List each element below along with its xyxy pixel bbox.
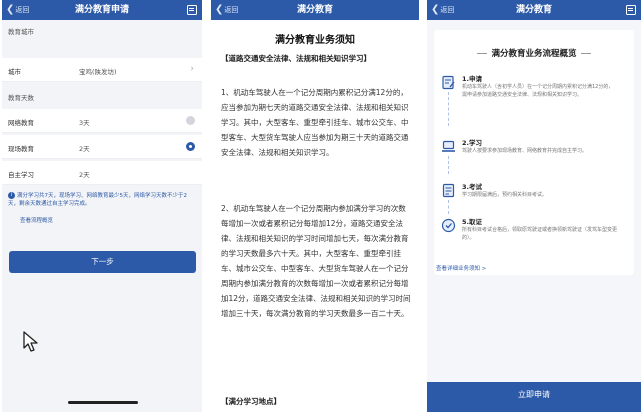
step-description: 机动车驾驶人（含初学人员）在一个记分周期内累积记分满12分的，需申请参加道路交通…: [462, 84, 614, 98]
process-overview-link[interactable]: 查看流程概览: [20, 216, 53, 224]
screen-apply: ❮返回 满分教育申请 教育城市 城市 宝鸡(陕发坊) › 教育天数 网络教育 3…: [2, 0, 202, 412]
application-form-icon: [442, 75, 455, 90]
mouse-cursor-icon: [23, 331, 38, 352]
option-label: 网络教育: [8, 119, 34, 127]
header-bar: ❮返回 满分教育: [427, 0, 641, 20]
process-step: 5.取证 所有科目考试合格后，领取原驾驶证或者换领新驾驶证（发驾车型变更的）。: [441, 216, 627, 256]
city-label: 城市: [8, 68, 21, 76]
option-label: 自主学习: [8, 171, 34, 179]
tip-text: 满分学习共7天，现场学习、网络教育最少5天，网络学习天数不少于2天，剩余天数通过…: [8, 193, 188, 207]
timeline-connector: [448, 92, 449, 126]
step-description: 驾驶人按要求参加现场教育、网络教育并完成自主学习。: [462, 148, 588, 154]
radio-checked-icon[interactable]: [186, 142, 195, 151]
timeline-connector: [448, 200, 449, 214]
study-tip: i 满分学习共7天，现场学习、网络教育最少5天，网络学习天数不少于2天，剩余天数通…: [8, 192, 196, 208]
screen-notice: ❮返回 满分教育 满分教育业务须知 【道路交通安全法律、法规和相关知识学习】 1…: [211, 0, 419, 412]
back-button[interactable]: ❮返回: [6, 4, 29, 16]
notice-title: 满分教育业务须知: [275, 35, 355, 46]
step-title: 1.申请: [462, 75, 482, 83]
back-button[interactable]: ❮返回: [215, 4, 238, 16]
section-title-days: 教育天数: [8, 94, 34, 102]
notice-paragraph: 2、机动车驾驶人在一个记分周期内参加满分学习的次数每增加一次或者累积记分每增加1…: [221, 204, 411, 318]
process-step: 1.申请 机动车驾驶人（含初学人员）在一个记分周期内累积记分满12分的，需申请参…: [441, 73, 627, 131]
radio-unchecked-icon[interactable]: [186, 116, 195, 125]
step-description: 所有科目考试合格后，领取原驾驶证或者换领新驾驶证（发驾车型变更的）。: [462, 227, 618, 241]
process-step: 2.学习 驾驶人按要求参加现场教育、网络教育并完成自主学习。: [441, 137, 627, 177]
chevron-right-icon: ›: [190, 64, 194, 74]
option-onsite-education[interactable]: 现场教育 2天: [2, 135, 202, 159]
laptop-icon: [442, 140, 455, 152]
option-label: 现场教育: [8, 145, 34, 153]
timeline-connector: [448, 156, 449, 174]
home-indicator: [68, 401, 138, 404]
option-days: 2天: [79, 145, 90, 153]
screen-process: ❮返回 满分教育 满分教育业务流程概览 1.申请 机动车驾驶人（含初学人员）在一…: [427, 0, 641, 412]
notice-paragraph: 1、机动车驾驶人在一个记分周期内累积记分满12分的，应当参加为期七天的道路交通安…: [221, 88, 409, 157]
detailed-notice-link[interactable]: 查看详细业务须知 >: [436, 264, 486, 272]
step-description: 学习期限届满后，预约相关科目考试。: [462, 192, 548, 198]
step-title: 2.学习: [462, 139, 482, 147]
section-heading: 【道路交通安全法律、法规和相关知识学习】: [221, 54, 371, 63]
city-selector[interactable]: 城市 宝鸡(陕发坊) ›: [2, 58, 202, 82]
section-title-city: 教育城市: [8, 28, 34, 36]
page-title: 满分教育: [296, 5, 333, 15]
header-bar: ❮返回 满分教育: [211, 0, 419, 20]
chevron-left-icon: ❮: [431, 4, 440, 15]
section-heading: 【满分学习地点】: [221, 397, 281, 406]
step-title: 3.考试: [462, 183, 482, 191]
notes-icon[interactable]: [626, 5, 636, 15]
apply-now-button[interactable]: 立即申请: [427, 382, 641, 412]
back-button[interactable]: ❮返回: [431, 4, 454, 16]
page-title: 满分教育: [515, 5, 552, 15]
page-title: 满分教育申请: [74, 5, 129, 15]
next-button[interactable]: 下一步: [9, 251, 196, 273]
chevron-left-icon: ❮: [6, 4, 15, 15]
back-label: 返回: [224, 6, 239, 14]
notes-icon[interactable]: [187, 5, 197, 15]
option-self-study: 自主学习 2天: [2, 161, 202, 185]
chevron-left-icon: ❮: [215, 4, 224, 15]
card-title-text: 满分教育业务流程概览: [491, 49, 577, 59]
back-label: 返回: [440, 6, 455, 14]
certificate-icon: [441, 218, 456, 233]
option-days: 3天: [79, 119, 90, 127]
exam-paper-icon: [442, 183, 455, 198]
step-title: 5.取证: [462, 218, 482, 226]
city-value: 宝鸡(陕发坊): [79, 68, 117, 76]
info-icon: i: [8, 192, 15, 199]
back-label: 返回: [15, 6, 30, 14]
card-title: 满分教育业务流程概览: [434, 47, 634, 59]
option-online-education[interactable]: 网络教育 3天: [2, 109, 202, 133]
process-card: 满分教育业务流程概览 1.申请 机动车驾驶人（含初学人员）在一个记分周期内累积记…: [434, 30, 634, 275]
process-step: 3.考试 学习期限届满后，预约相关科目考试。: [441, 181, 627, 217]
header-bar: ❮返回 满分教育申请: [2, 0, 202, 20]
option-days: 2天: [79, 171, 90, 179]
